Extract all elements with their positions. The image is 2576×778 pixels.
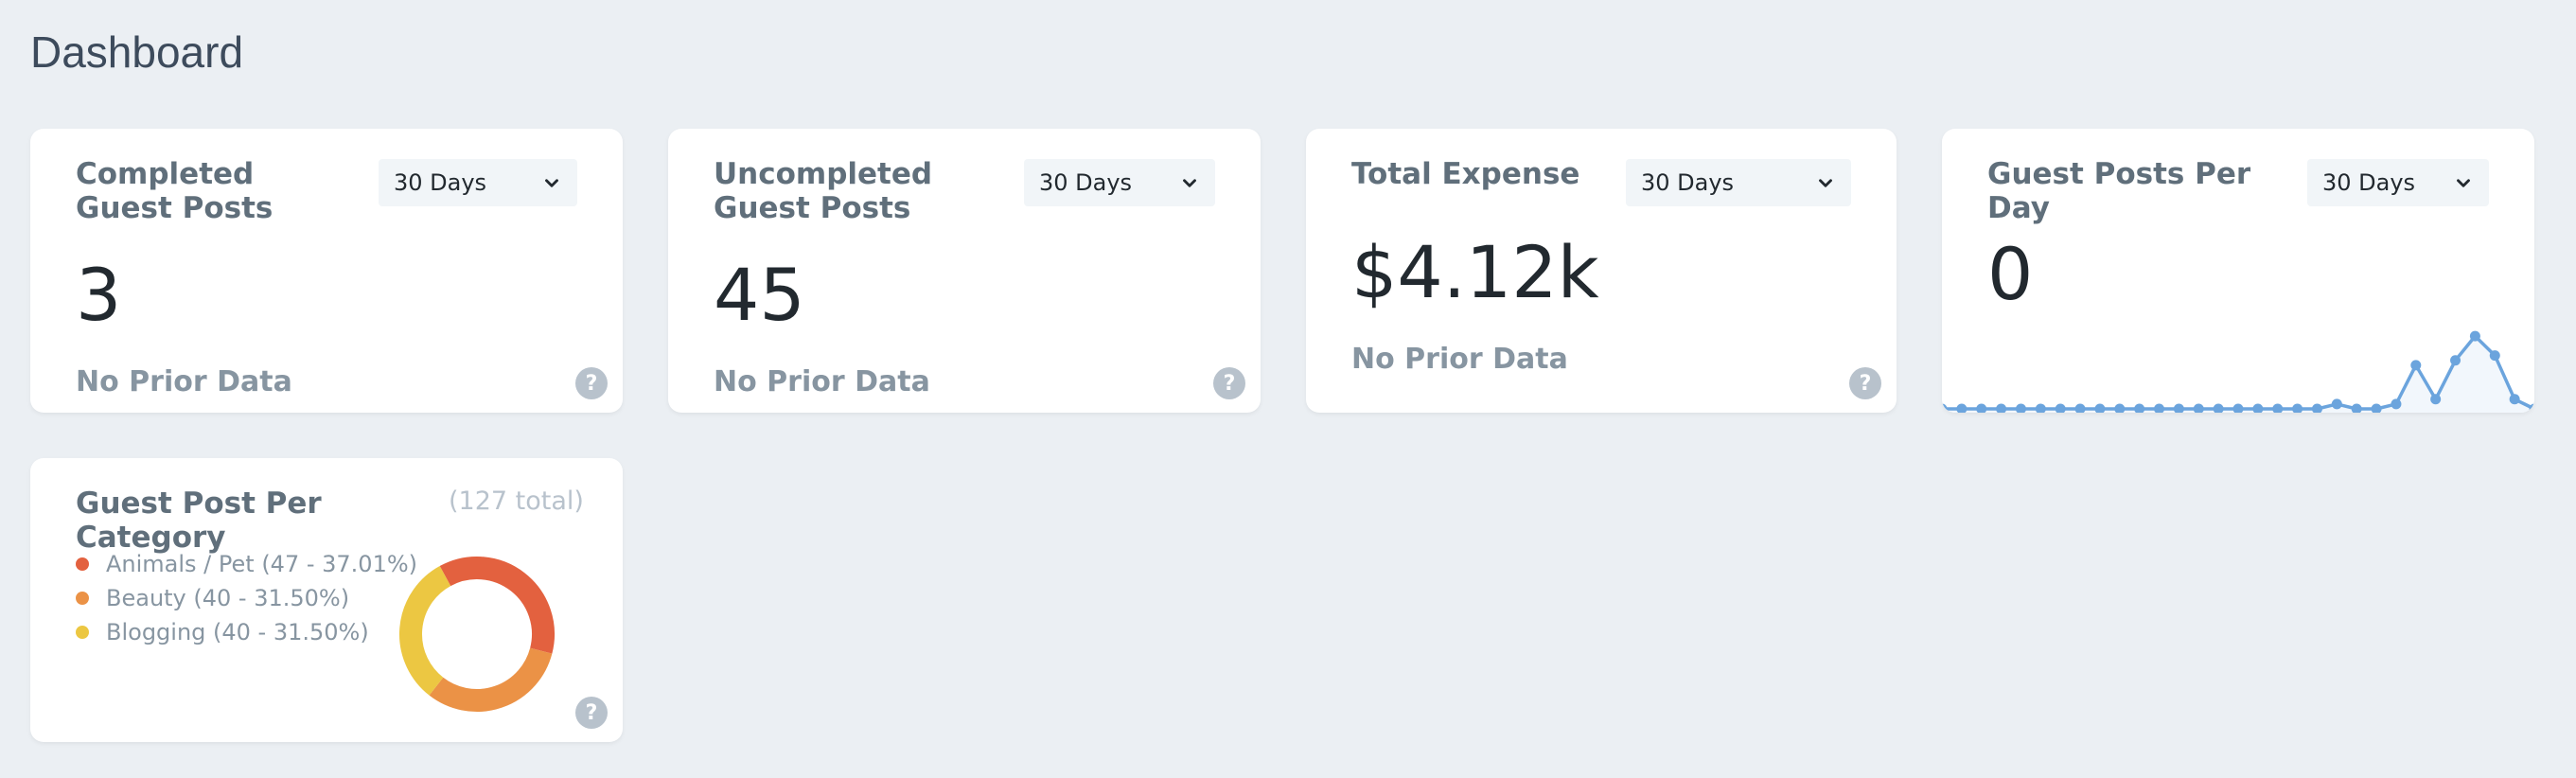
- legend-dot: [76, 592, 89, 605]
- sparkline-point[interactable]: [2193, 403, 2204, 414]
- range-select[interactable]: 30 Days: [379, 159, 577, 206]
- sparkline-point[interactable]: [1956, 403, 1967, 414]
- sparkline-point[interactable]: [1976, 403, 1987, 414]
- category-donut-chart: [399, 557, 555, 712]
- help-icon[interactable]: ?: [1849, 367, 1881, 399]
- sparkline-point[interactable]: [2450, 355, 2461, 366]
- sparkline-point[interactable]: [2232, 403, 2244, 414]
- legend-label: Animals / Pet (47 - 37.01%): [106, 551, 418, 577]
- sparkline-point[interactable]: [1996, 403, 2007, 414]
- legend-label: Beauty (40 - 31.50%): [106, 585, 350, 611]
- legend-item[interactable]: Blogging (40 - 31.50%): [76, 615, 417, 649]
- sparkline-point[interactable]: [2469, 330, 2480, 342]
- help-icon[interactable]: ?: [1213, 367, 1245, 399]
- donut-slice[interactable]: [429, 647, 553, 712]
- sparkline-point[interactable]: [2351, 403, 2362, 414]
- sparkline-point[interactable]: [2391, 398, 2402, 410]
- sparkline-point[interactable]: [2094, 403, 2106, 414]
- range-select[interactable]: 30 Days: [1024, 159, 1215, 206]
- stat-footer: No Prior Data: [76, 365, 292, 398]
- sparkline-point[interactable]: [2410, 360, 2422, 371]
- sparkline-point[interactable]: [1942, 403, 1948, 414]
- range-select[interactable]: 30 Days: [1626, 159, 1851, 206]
- sparkline-point[interactable]: [2252, 403, 2264, 414]
- card-title: Guest Post Per Category: [76, 486, 322, 555]
- sparkline-point[interactable]: [2015, 403, 2026, 414]
- range-select-value: 30 Days: [394, 169, 487, 196]
- uncompleted-guest-posts-card: Uncompleted Guest Posts 30 Days 45 No Pr…: [668, 129, 1261, 413]
- guest-posts-per-day-card: Guest Posts Per Day 30 Days 0: [1942, 129, 2534, 413]
- legend-dot: [76, 557, 89, 571]
- chevron-down-icon: [1819, 179, 1832, 187]
- completed-guest-posts-card: Completed Guest Posts 30 Days 3 No Prior…: [30, 129, 623, 413]
- sparkline-point[interactable]: [2074, 403, 2086, 414]
- help-icon[interactable]: ?: [575, 367, 608, 399]
- sparkline-point[interactable]: [2134, 403, 2145, 414]
- category-total: (127 total): [449, 486, 584, 516]
- donut-slice[interactable]: [439, 557, 555, 654]
- sparkline-point[interactable]: [2430, 394, 2442, 405]
- range-select-value: 30 Days: [1039, 169, 1133, 196]
- legend-item[interactable]: Beauty (40 - 31.50%): [76, 581, 417, 615]
- card-title: Total Expense: [1351, 157, 1580, 191]
- help-icon[interactable]: ?: [575, 697, 608, 729]
- sparkline-point[interactable]: [2509, 394, 2520, 405]
- sparkline-point[interactable]: [2213, 403, 2224, 414]
- category-legend: Animals / Pet (47 - 37.01%) Beauty (40 -…: [76, 547, 417, 649]
- card-title: Uncompleted Guest Posts: [714, 157, 933, 225]
- chevron-down-icon: [1183, 179, 1196, 187]
- stat-footer: No Prior Data: [714, 365, 930, 398]
- sparkline-point[interactable]: [2311, 403, 2322, 414]
- sparkline-point[interactable]: [2173, 403, 2184, 414]
- legend-item[interactable]: Animals / Pet (47 - 37.01%): [76, 547, 417, 581]
- sparkline-point[interactable]: [2489, 350, 2500, 362]
- sparkline-point[interactable]: [2292, 403, 2303, 414]
- sparkline-point[interactable]: [2331, 398, 2342, 410]
- sparkline-point[interactable]: [2055, 403, 2066, 414]
- legend-dot: [76, 626, 89, 639]
- stat-value: 3: [76, 253, 122, 337]
- guest-post-per-category-card: Guest Post Per Category (127 total) Anim…: [30, 458, 623, 742]
- sparkline-point[interactable]: [2154, 403, 2165, 414]
- sparkline-point[interactable]: [2272, 403, 2284, 414]
- sparkline-point[interactable]: [2035, 403, 2046, 414]
- card-title: Completed Guest Posts: [76, 157, 273, 225]
- page-title: Dashboard: [30, 27, 244, 77]
- stat-value: 45: [714, 253, 805, 337]
- range-select-value: 30 Days: [1641, 169, 1735, 196]
- sparkline-chart: [1942, 330, 2534, 414]
- chevron-down-icon: [545, 179, 558, 187]
- stat-footer: No Prior Data: [1351, 343, 1568, 376]
- total-expense-card: Total Expense 30 Days $4.12k No Prior Da…: [1306, 129, 1897, 413]
- sparkline-point[interactable]: [2114, 403, 2126, 414]
- legend-label: Blogging (40 - 31.50%): [106, 619, 369, 645]
- sparkline-point[interactable]: [2371, 403, 2382, 414]
- sparkline-area: [1942, 336, 2534, 413]
- donut-slice[interactable]: [399, 566, 451, 696]
- stat-value: $4.12k: [1351, 230, 1599, 314]
